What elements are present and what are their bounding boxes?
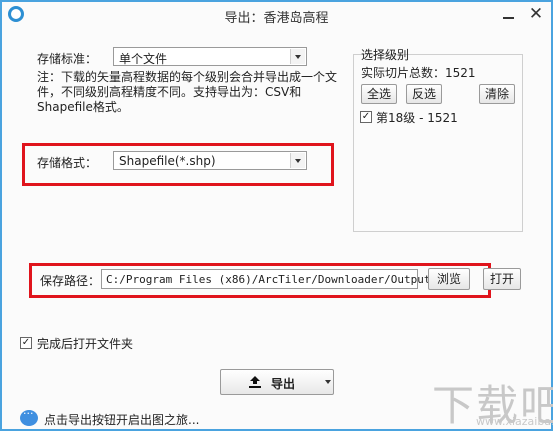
open-folder-button[interactable]: 打开: [483, 268, 521, 290]
level-18-checkbox[interactable]: ✓: [360, 111, 372, 123]
save-path-input[interactable]: C:/Program Files (x86)/ArcTiler/Download…: [101, 269, 431, 289]
status-text: 点击导出按钮开启出图之旅...: [44, 413, 200, 427]
close-button[interactable]: ✕: [526, 4, 546, 24]
tile-count-text: 实际切片总数：1521: [361, 66, 476, 80]
title-bar[interactable]: 导出：香港岛高程 ✕: [2, 2, 551, 28]
watermark-url: www.xiazaiba.com: [476, 415, 553, 428]
minimize-button[interactable]: [499, 5, 519, 23]
export-dialog: 导出：香港岛高程 ✕ 存储标准： 单个文件 注：下载的矢量高程数据的每个级别会合…: [0, 0, 553, 431]
storage-format-label: 存储格式：: [37, 156, 98, 170]
storage-format-select[interactable]: Shapefile(*.shp): [113, 151, 307, 170]
storage-note: 注：下载的矢量高程数据的每个级别会合并导出成一个文件，不同级别高程精度不同。支持…: [37, 70, 338, 114]
export-button-label: 导出: [271, 377, 296, 391]
storage-standard-label: 存储标准：: [37, 52, 98, 66]
window-title: 导出：香港岛高程: [224, 11, 329, 26]
open-after-export-label[interactable]: 完成后打开文件夹: [37, 335, 133, 352]
export-button[interactable]: 导出: [220, 369, 334, 395]
chevron-down-icon[interactable]: [290, 49, 305, 64]
open-after-export-checkbox[interactable]: ✓: [20, 337, 32, 349]
level-18-label: 第18级 - 1521: [376, 111, 458, 125]
invert-selection-button[interactable]: 反选: [406, 84, 442, 104]
save-path-value: C:/Program Files (x86)/ArcTiler/Download…: [106, 273, 431, 286]
storage-standard-value: 单个文件: [119, 52, 168, 66]
browse-button[interactable]: 浏览: [428, 268, 470, 290]
storage-format-value: Shapefile(*.shp): [119, 154, 216, 168]
clear-selection-button[interactable]: 清除: [479, 84, 515, 104]
upload-icon: [249, 376, 261, 388]
export-dropdown-caret-icon[interactable]: [325, 380, 331, 384]
level-panel-title: 选择级别: [361, 48, 410, 62]
save-path-label: 保存路径：: [40, 274, 101, 288]
chevron-down-icon[interactable]: [290, 153, 305, 168]
storage-standard-select[interactable]: 单个文件: [113, 47, 307, 66]
chat-bubble-icon: [20, 407, 38, 426]
select-all-button[interactable]: 全选: [361, 84, 397, 104]
